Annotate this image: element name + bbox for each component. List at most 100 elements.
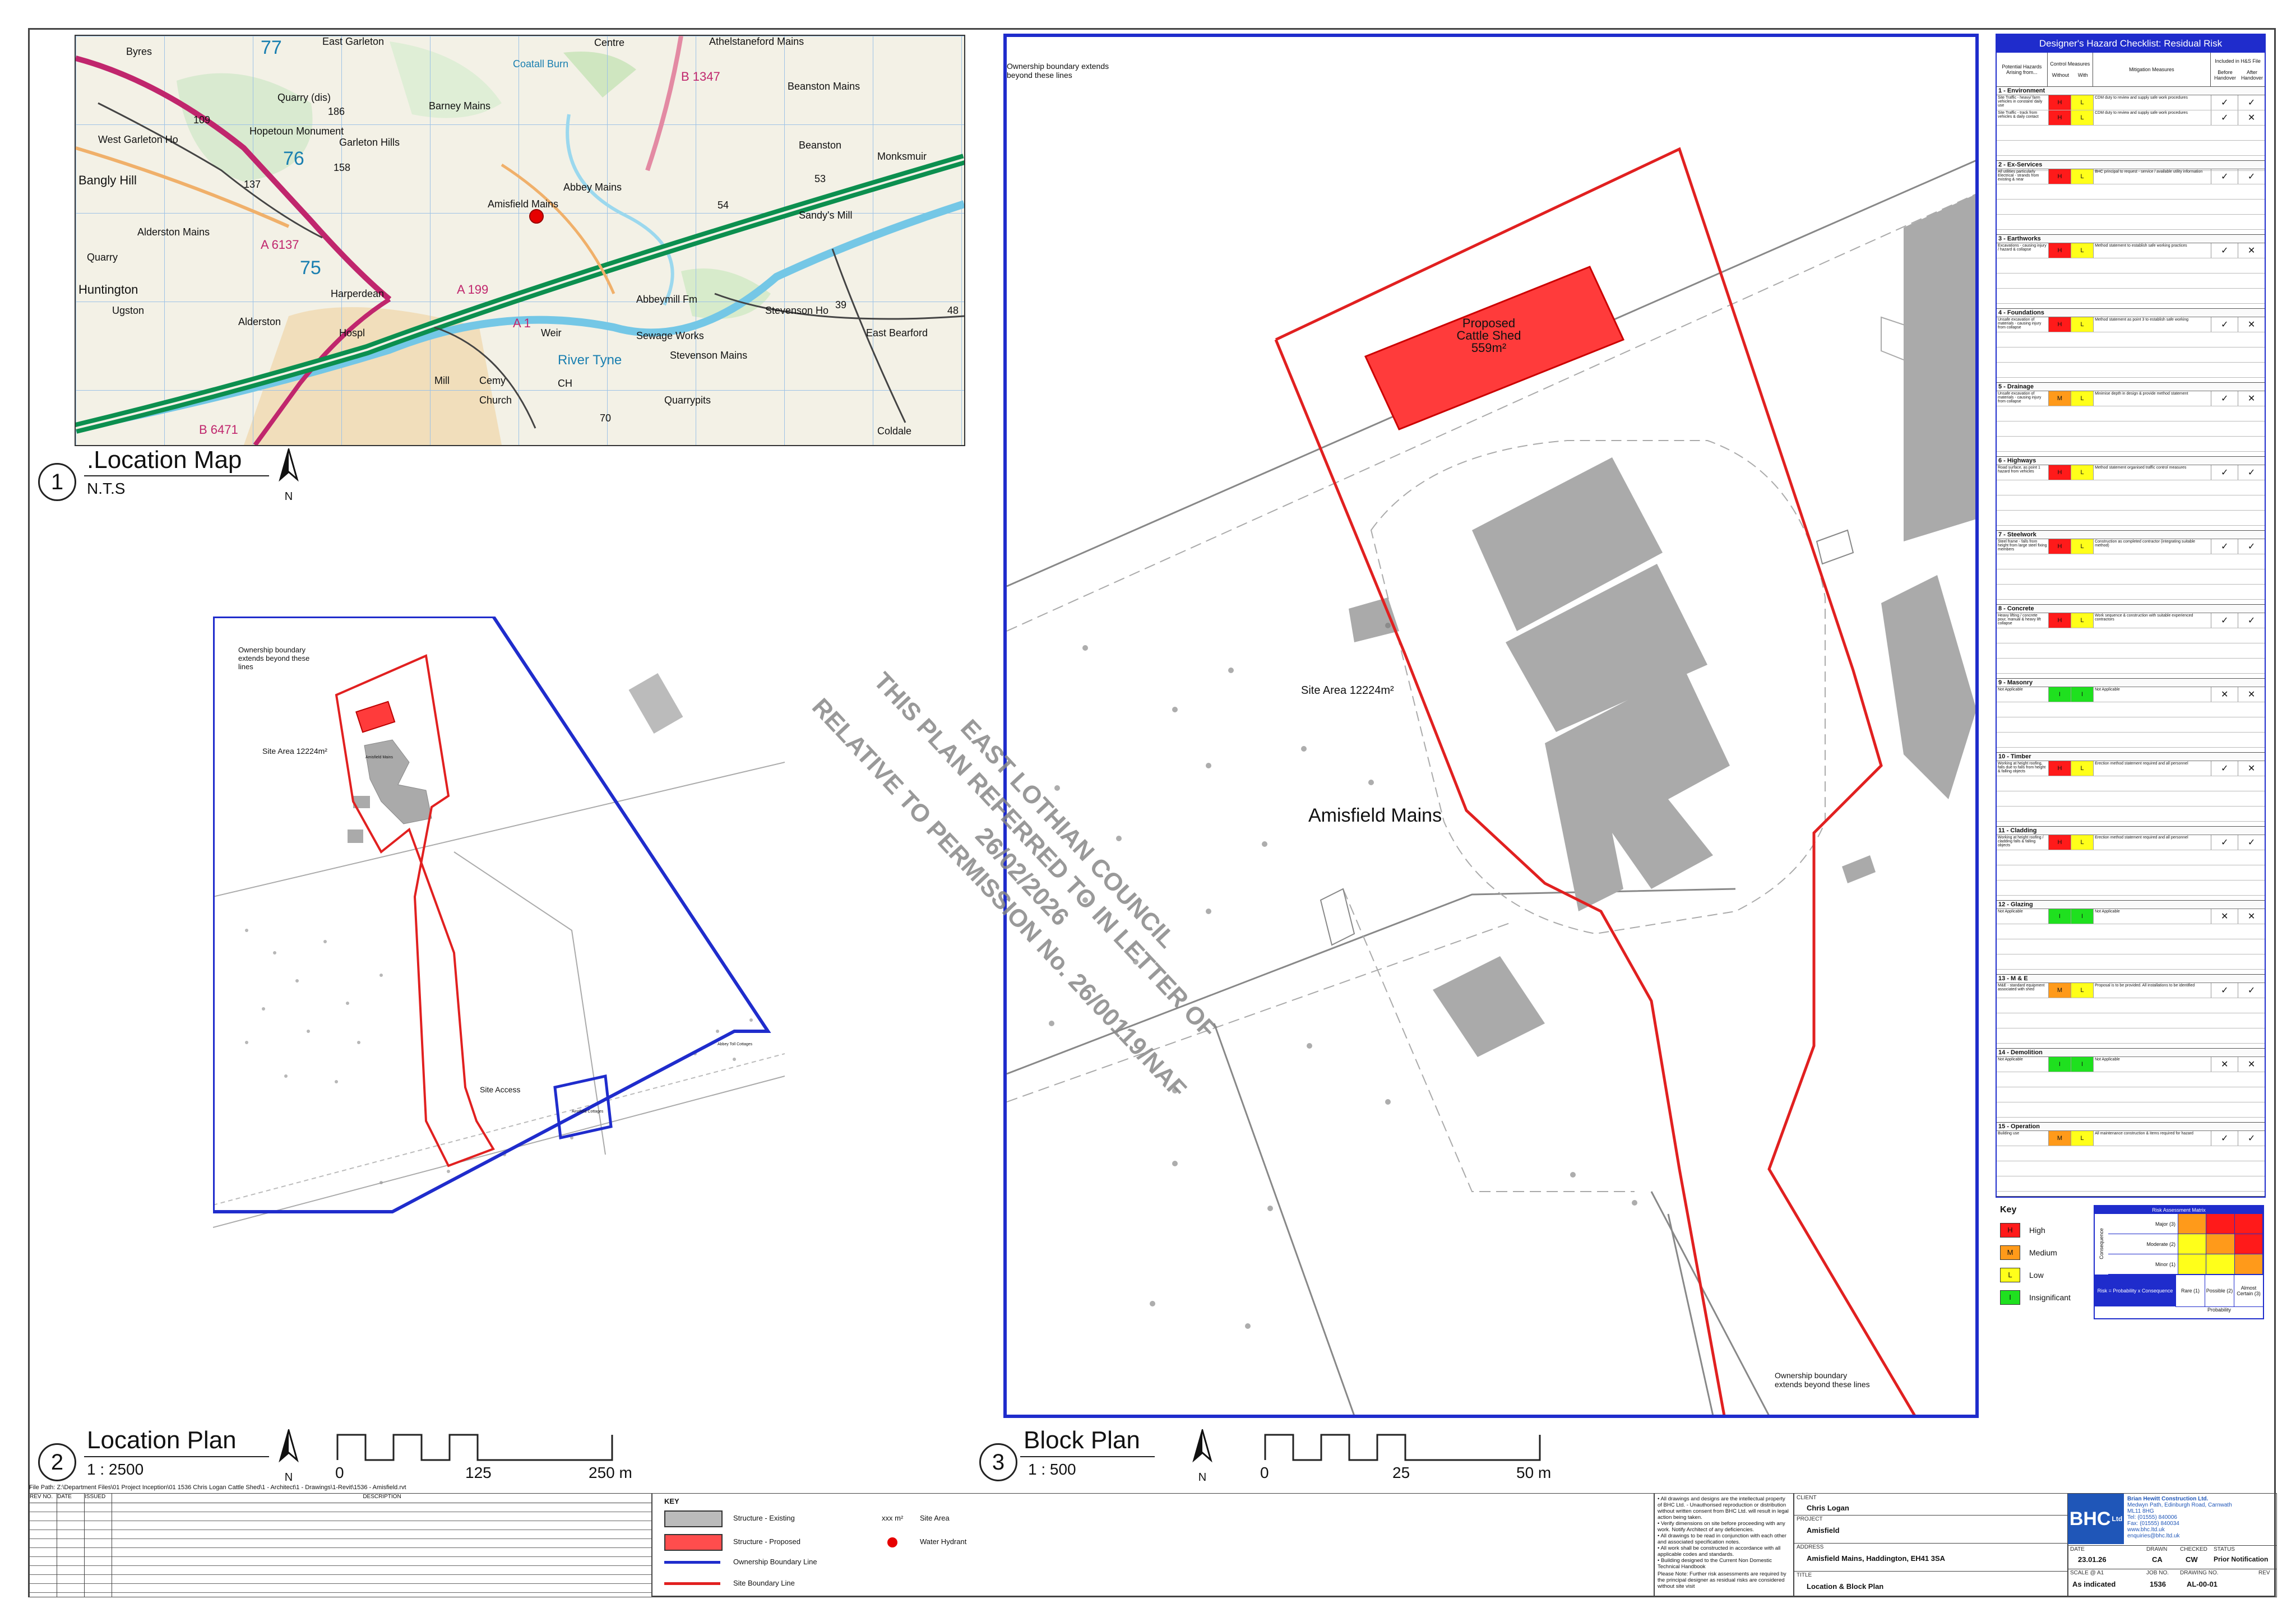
hazard-blank-row	[1997, 628, 2265, 643]
risk-with: L	[2071, 539, 2094, 554]
map-label: Weir	[541, 327, 562, 339]
risk-without: H	[2048, 169, 2071, 184]
check-after: ✕	[2247, 764, 2256, 773]
location-plan-scalebar	[336, 1432, 617, 1466]
title-block-label: CLIENT	[1797, 1495, 1817, 1501]
map-grid-number: 75	[300, 257, 321, 279]
project-address: Amisfield Mains, Haddington, EH41 3SA	[1807, 1554, 1946, 1563]
risk-matrix-col-label: Rare (1)	[2175, 1275, 2205, 1306]
title-block-label: DATE	[2070, 1546, 2085, 1553]
map-spot-height: 54	[718, 200, 729, 211]
risk-key-items: H High M Medium L Low I Insignificant	[2000, 1223, 2071, 1305]
hazard-text: Building use	[1997, 1131, 2049, 1146]
map-label: Quarrypits	[664, 395, 711, 406]
mitigation-text: Construction as completed contractor (in…	[2094, 539, 2212, 554]
hazard-section: 6 - Highways Road surface, as point 1 haz…	[1997, 457, 2265, 531]
mitigation-text: Method statement to establish safe worki…	[2094, 243, 2212, 258]
block-plan-graphic	[1007, 147, 1975, 1415]
map-label: B 1347	[681, 69, 720, 84]
check-before: ✓	[2211, 95, 2239, 110]
mitigation-text: Proposal is to be provided. All installa…	[2094, 983, 2212, 998]
block-plan-scalebar	[1264, 1432, 1544, 1466]
hazard-blank-row	[1997, 274, 2265, 289]
scalebar-graphic	[1264, 1434, 1541, 1461]
risk-without: H	[2048, 317, 2071, 332]
note-item: • Verify dimensions on site before proce…	[1658, 1521, 1785, 1533]
hazard-section-title: 1 - Environment	[1997, 87, 2265, 95]
map-label: East Bearford	[866, 327, 928, 339]
risk-without: H	[2048, 539, 2071, 554]
risk-with: L	[2071, 1131, 2094, 1146]
risk-matrix-cell	[2234, 1254, 2263, 1274]
revision-header: ISSUED	[85, 1494, 112, 1503]
map-label: Stevenson Mains	[670, 350, 748, 361]
hazard-blank-row	[1997, 184, 2265, 200]
risk-with: L	[2071, 983, 2094, 998]
hazard-section-title: 11 - Cladding	[1997, 827, 2265, 835]
hazard-blank-row	[1997, 554, 2265, 569]
title-block-label: DRAWN	[2146, 1546, 2168, 1553]
check-before: ✓	[2211, 539, 2239, 554]
note-item: • All drawings to be read in conjunction…	[1658, 1533, 1786, 1545]
hazard-section-title: 9 - Masonry	[1997, 679, 2265, 687]
header-cell: Included in H&S File Before Handover Aft…	[2211, 53, 2265, 86]
hazard-text: Not Applicable	[1997, 687, 2049, 702]
map-label: Alderston Mains	[137, 226, 210, 238]
title-underline	[1020, 1456, 1155, 1457]
hazard-section: 10 - Timber Working at height roofing, fa…	[1997, 753, 2265, 827]
drawing-status: Prior Notification	[2214, 1555, 2269, 1563]
location-plan-north-arrow: N	[275, 1427, 303, 1484]
hazard-blank-row	[1997, 702, 2265, 717]
title-block-label: CHECKED	[2180, 1546, 2207, 1553]
company-logo-suffix: Ltd	[2112, 1515, 2123, 1523]
north-arrow-icon	[279, 1427, 299, 1463]
hazard-text: Heavy lifting / concrete pour, manual & …	[1997, 613, 2049, 628]
hazard-blank-row	[1997, 791, 2265, 807]
risk-with: L	[2071, 465, 2094, 480]
mitigation-text: Method statement as point 3 to establish…	[2094, 317, 2212, 332]
hazard-blank-row	[1997, 289, 2265, 304]
north-label: N	[284, 490, 293, 503]
risk-without: I	[2048, 1057, 2071, 1072]
map-label: Sewage Works	[636, 330, 704, 341]
hazard-section: 8 - Concrete Heavy lifting / concrete pou…	[1997, 605, 2265, 679]
legend-label: Structure - Proposed	[733, 1537, 800, 1546]
risk-matrix-row: Moderate (2)	[2108, 1234, 2263, 1254]
scalebar-tick-label: 0	[335, 1464, 344, 1481]
hazard-section-title: 15 - Operation	[1997, 1123, 2265, 1131]
hazard-section-title: 5 - Drainage	[1997, 383, 2265, 391]
revision-header: DATE	[57, 1494, 85, 1503]
hazard-section: 11 - Cladding Working at height roofing /…	[1997, 827, 2265, 901]
hazard-text: Not Applicable	[1997, 1057, 2049, 1072]
risk-key-swatch: H	[2000, 1223, 2020, 1238]
check-after: ✓	[2247, 1134, 2256, 1143]
risk-matrix-formula: Risk = Probability x Consequence	[2095, 1275, 2175, 1306]
mitigation-text: Minimise depth in design & provide metho…	[2094, 391, 2212, 406]
revision-header: DESCRIPTION	[363, 1494, 401, 1500]
hazard-blank-row	[1997, 585, 2265, 600]
hazard-blank-row	[1997, 1072, 2265, 1087]
hazard-blank-row	[1997, 437, 2265, 452]
hazard-section-title: 12 - Glazing	[1997, 901, 2265, 909]
hazard-row: Unsafe excavation of materials - causing…	[1997, 317, 2265, 332]
hazard-section: 13 - M & E M&E - standard equipment assoc…	[1997, 975, 2265, 1049]
hazard-text: Unsafe excavation of materials - causing…	[1997, 317, 2049, 332]
risk-without: I	[2048, 687, 2071, 702]
hazard-row: Site Traffic - heavy/ farm vehicles in c…	[1997, 95, 2265, 110]
map-label: Ugston	[112, 305, 145, 316]
hazard-section: 7 - Steelwork Steel frame - falls from he…	[1997, 531, 2265, 605]
risk-without: H	[2048, 95, 2071, 110]
file-path: File Path: Z:\Department Files\01 Projec…	[29, 1484, 406, 1491]
hazard-row: Not Applicable I I Not Applicable ✕ ✕	[1997, 687, 2265, 702]
map-label: Bangly Hill	[78, 173, 137, 187]
map-spot-height: 158	[334, 162, 351, 173]
block-plan: Ownership boundary extends beyond these …	[1003, 34, 1979, 1418]
risk-matrix-row: Major (3)	[2108, 1214, 2263, 1234]
header-text: Control Measures	[2050, 61, 2090, 67]
place-name-label: Amisfield Mains	[1308, 805, 1442, 826]
check-after: ✓	[2247, 172, 2256, 182]
location-map-scale: N.T.S	[87, 480, 126, 497]
scalebar-graphic	[336, 1434, 613, 1461]
hazard-blank-row	[1997, 406, 2265, 421]
map-label: Beanston Mains	[788, 81, 860, 92]
